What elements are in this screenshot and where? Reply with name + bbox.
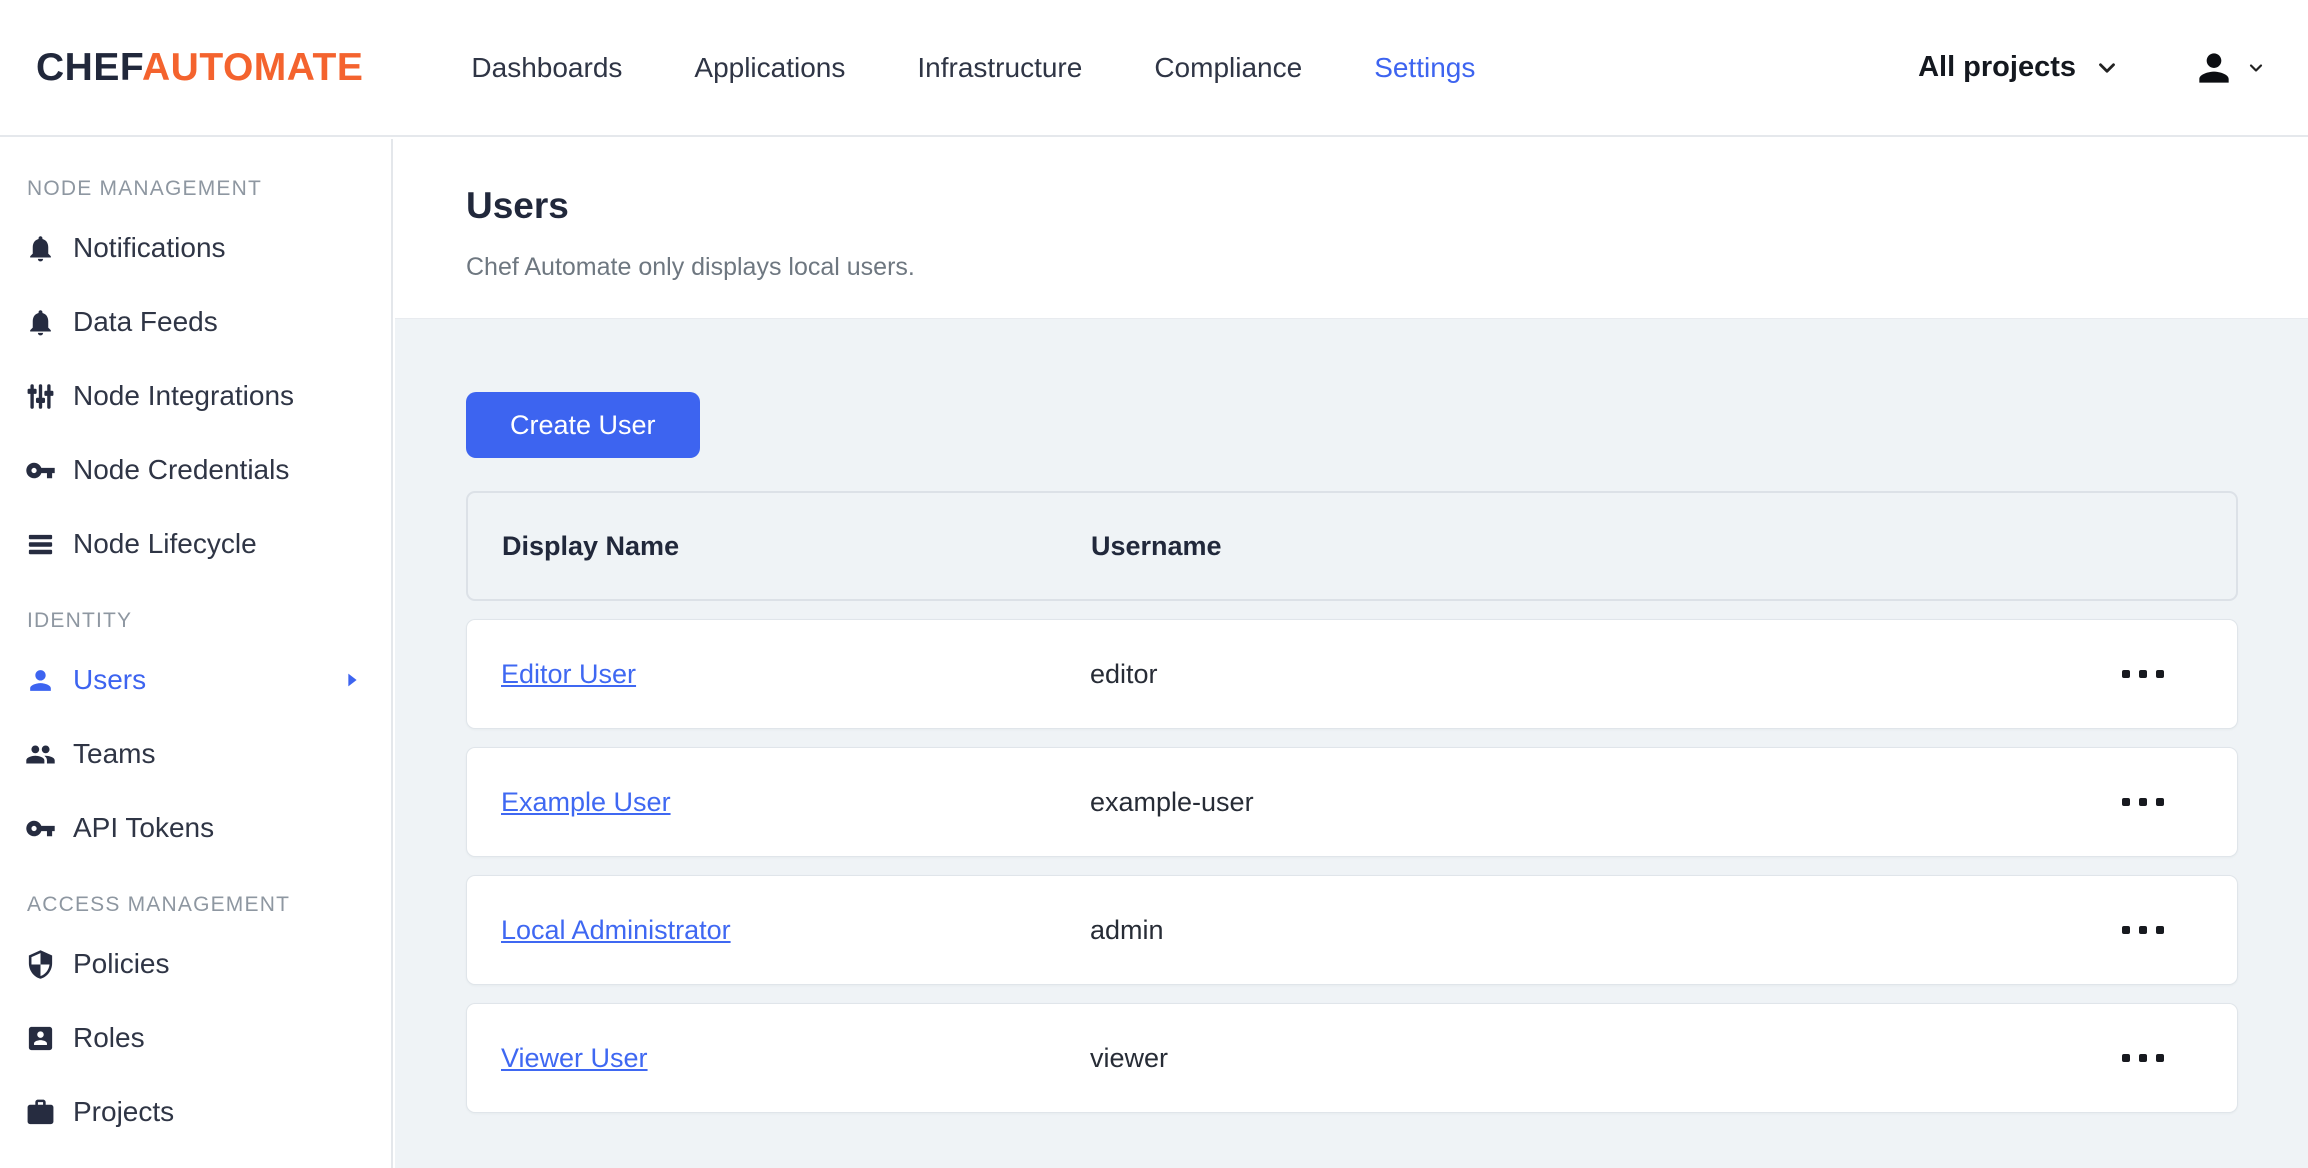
user-display-name-link[interactable]: Example User <box>501 787 671 817</box>
page-title: Users <box>466 185 569 226</box>
nav-right: All projects <box>1918 46 2308 90</box>
sidebar-item-label: Teams <box>73 738 156 769</box>
sidebar-item-notifications[interactable]: Notifications <box>0 211 391 285</box>
nav-item-infrastructure[interactable]: Infrastructure <box>917 52 1082 84</box>
nav-item-compliance[interactable]: Compliance <box>1154 52 1302 84</box>
username-cell: viewer <box>1090 1042 1169 1073</box>
page-subtitle: Chef Automate only displays local users. <box>466 253 915 281</box>
table-header-row: Display Name Username <box>466 491 2238 601</box>
people-icon <box>25 739 56 770</box>
sidebar-item-label: Projects <box>73 1096 175 1127</box>
table-row: Editor User editor <box>466 619 2238 729</box>
user-display-name-link[interactable]: Editor User <box>501 659 636 689</box>
row-menu-button[interactable] <box>2112 916 2174 944</box>
logo-automate: AUTOMATE <box>142 45 364 89</box>
sidebar-item-node-integrations[interactable]: Node Integrations <box>0 359 391 433</box>
project-filter-button[interactable]: All projects <box>1918 51 2120 84</box>
sidebar-item-teams[interactable]: Teams <box>0 717 391 791</box>
bell-icon <box>25 307 56 338</box>
page-header: Users Chef Automate only displays local … <box>395 139 2308 318</box>
chevron-down-icon <box>2249 63 2263 72</box>
chevron-down-icon <box>2099 62 2115 73</box>
table-row: Local Administrator admin <box>466 875 2238 985</box>
sidebar-item-label: Node Integrations <box>73 380 295 411</box>
sidebar-section-node-management: NODE MANAGEMENT <box>27 177 263 200</box>
create-user-button[interactable]: Create User <box>466 392 700 458</box>
primary-nav: Dashboards Applications Infrastructure C… <box>471 52 1475 84</box>
sidebar-item-projects[interactable]: Projects <box>0 1075 391 1149</box>
sidebar-item-label: Roles <box>73 1022 145 1053</box>
nav-item-settings[interactable]: Settings <box>1374 52 1475 84</box>
username-cell: admin <box>1090 914 1164 945</box>
bell-icon <box>25 233 56 264</box>
person-icon <box>25 665 56 696</box>
table-row: Viewer User viewer <box>466 1003 2238 1113</box>
user-avatar-icon <box>2199 52 2229 83</box>
key-icon <box>25 455 56 486</box>
sidebar-item-node-lifecycle[interactable]: Node Lifecycle <box>0 507 391 581</box>
sidebar-section-identity: IDENTITY <box>27 609 133 632</box>
sidebar-item-label: Notifications <box>73 232 226 263</box>
top-nav: CHEFAUTOMATE Dashboards Applications Inf… <box>0 0 2308 137</box>
list-icon <box>25 529 56 560</box>
sidebar-item-data-feeds[interactable]: Data Feeds <box>0 285 391 359</box>
column-header-username: Username <box>1091 530 1222 561</box>
sidebar-item-roles[interactable]: Roles <box>0 1001 391 1075</box>
project-filter-label: All projects <box>1918 51 2076 83</box>
briefcase-icon <box>25 1097 56 1128</box>
table-row: Example User example-user <box>466 747 2238 857</box>
sidebar-item-label: API Tokens <box>73 812 215 843</box>
shield-icon <box>25 949 56 980</box>
app-logo[interactable]: CHEFAUTOMATE <box>36 46 363 90</box>
key-icon <box>25 813 56 844</box>
sidebar: NODE MANAGEMENT Notifications Data Feeds… <box>0 139 393 1168</box>
row-menu-button[interactable] <box>2112 788 2174 816</box>
sidebar-item-label: Node Credentials <box>73 454 290 485</box>
sidebar-item-label: Node Lifecycle <box>73 528 257 559</box>
sidebar-item-api-tokens[interactable]: API Tokens <box>0 791 391 865</box>
users-table: Display Name Username Editor User editor… <box>466 491 2238 1113</box>
username-cell: editor <box>1090 658 1158 689</box>
row-menu-button[interactable] <box>2112 660 2174 688</box>
nav-item-dashboards[interactable]: Dashboards <box>471 52 622 84</box>
nav-item-applications[interactable]: Applications <box>694 52 845 84</box>
active-item-arrow-icon <box>348 673 357 687</box>
content-area: Create User Display Name Username Editor… <box>395 318 2308 1168</box>
username-cell: example-user <box>1090 786 1254 817</box>
sliders-icon <box>25 381 56 412</box>
logo-chef: CHEF <box>36 45 143 89</box>
sidebar-item-users[interactable]: Users <box>0 643 391 717</box>
sidebar-item-policies[interactable]: Policies <box>0 927 391 1001</box>
badge-icon <box>25 1023 56 1054</box>
user-menu-button[interactable] <box>2192 46 2266 90</box>
user-display-name-link[interactable]: Local Administrator <box>501 915 731 945</box>
sidebar-section-access-management: ACCESS MANAGEMENT <box>27 893 291 916</box>
sidebar-item-label: Users <box>73 664 147 695</box>
main-area: Users Chef Automate only displays local … <box>395 139 2308 1168</box>
column-header-display-name: Display Name <box>502 530 680 561</box>
sidebar-item-node-credentials[interactable]: Node Credentials <box>0 433 391 507</box>
row-menu-button[interactable] <box>2112 1044 2174 1072</box>
sidebar-item-label: Policies <box>73 948 170 979</box>
sidebar-item-label: Data Feeds <box>73 306 218 337</box>
user-display-name-link[interactable]: Viewer User <box>501 1043 648 1073</box>
